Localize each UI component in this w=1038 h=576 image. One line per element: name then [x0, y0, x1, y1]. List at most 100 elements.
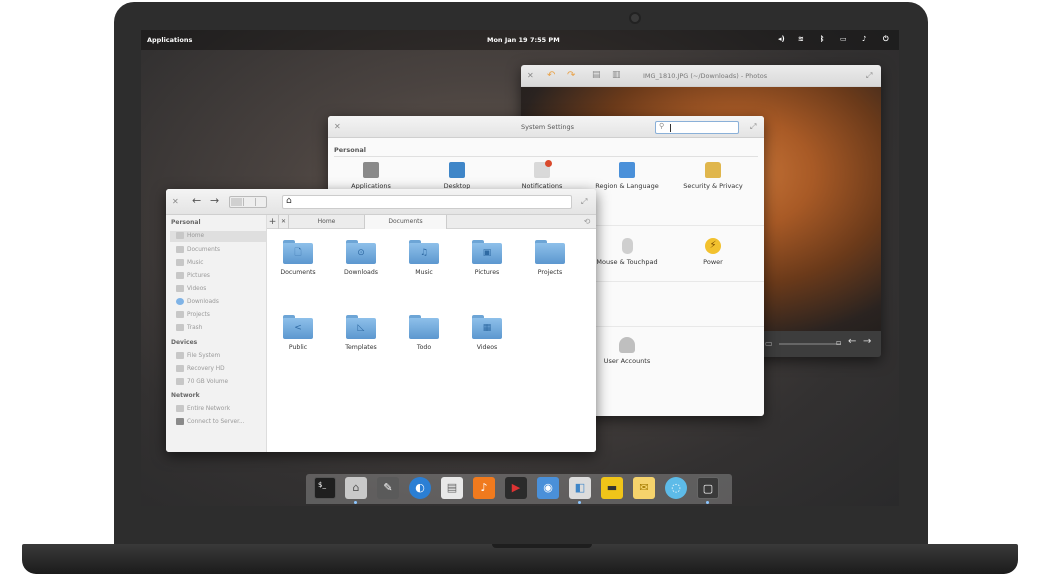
list-view-icon[interactable]: [243, 198, 254, 206]
folder-item[interactable]: ▣ Pictures: [457, 240, 517, 276]
settings-item-mouse-touchpad[interactable]: Mouse & Touchpad: [587, 238, 667, 266]
folder-item[interactable]: ⊙ Downloads: [331, 240, 391, 276]
photos-app-icon[interactable]: ◉: [537, 477, 559, 499]
sidebar-item-70gb-volume[interactable]: 70 GB Volume: [176, 378, 228, 385]
applications-menu[interactable]: Applications: [147, 36, 192, 44]
chat-icon[interactable]: ◌: [665, 477, 687, 499]
folder-item[interactable]: ▦ Videos: [457, 315, 517, 351]
camera-icon: [629, 12, 641, 24]
terminal-icon[interactable]: $_: [314, 477, 336, 499]
rotate-left-icon[interactable]: ↶: [547, 70, 555, 81]
folder-templates-icon: ◺: [346, 315, 376, 339]
user-accounts-icon: [619, 337, 635, 353]
settings-item-desktop[interactable]: Desktop: [417, 162, 497, 190]
sidebar-item-projects[interactable]: Projects: [176, 311, 210, 318]
lock-icon: [705, 162, 721, 178]
settings-item-security-privacy[interactable]: Security & Privacy: [673, 162, 753, 190]
zoom-slider[interactable]: [779, 343, 841, 345]
battery-icon[interactable]: ▭: [840, 35, 847, 43]
maximize-icon[interactable]: ⤢: [866, 71, 872, 81]
folder-item[interactable]: 🗋 Documents: [268, 240, 328, 276]
maximize-icon[interactable]: ⤢: [581, 197, 587, 207]
panel-date[interactable]: Mon Jan 19: [487, 36, 528, 44]
folder-public-icon: <: [283, 315, 313, 339]
laptop-base: [22, 544, 1018, 574]
notifications-icon: [534, 160, 552, 178]
search-input[interactable]: ⚲: [655, 121, 739, 134]
files-icon[interactable]: ⌂: [345, 477, 367, 499]
settings-item-applications[interactable]: Applications: [331, 162, 411, 190]
power-icon[interactable]: ⏻: [883, 35, 889, 44]
files-window: ✕ ← → ⌂ ⤢ Personal Home Documents Music …: [166, 189, 596, 452]
grid-view-icon[interactable]: [231, 198, 242, 206]
close-icon[interactable]: ✕: [527, 71, 534, 80]
tab-home[interactable]: Home: [289, 215, 365, 229]
settings-item-notifications[interactable]: Notifications: [502, 160, 582, 190]
column-view-icon[interactable]: [255, 198, 266, 206]
running-indicator: [706, 501, 709, 504]
sidebar-item-recovery-hd[interactable]: Recovery HD: [176, 365, 225, 372]
video-player-icon[interactable]: ▶: [505, 477, 527, 499]
base-notch: [492, 544, 592, 548]
sidebar-item-downloads[interactable]: Downloads: [176, 298, 219, 305]
close-tab-icon[interactable]: ✕: [279, 215, 289, 229]
folder-item[interactable]: Projects: [520, 240, 580, 276]
forward-arrow-icon[interactable]: →: [210, 194, 219, 207]
view-switcher[interactable]: [229, 196, 267, 208]
close-icon[interactable]: ✕: [334, 122, 341, 131]
sidebar-item-pictures[interactable]: Pictures: [176, 272, 210, 279]
panel-time[interactable]: 7:55 PM: [530, 36, 560, 44]
drive-icon: [176, 365, 184, 372]
settings-item-user-accounts[interactable]: User Accounts: [587, 337, 667, 365]
folder-music-icon: ♫: [409, 240, 439, 264]
section-divider: [334, 156, 758, 157]
settings-app-icon[interactable]: ◧: [569, 477, 591, 499]
music-player-icon[interactable]: ♪: [473, 477, 495, 499]
rotate-right-icon[interactable]: ↷: [567, 70, 575, 81]
volume-icon[interactable]: ◂): [778, 35, 785, 43]
pictures-icon: [176, 272, 184, 279]
folder-item[interactable]: ◺ Templates: [331, 315, 391, 351]
export-icon[interactable]: ▤: [592, 70, 601, 80]
notes-app-icon[interactable]: ▬: [601, 477, 623, 499]
sidebar-item-documents[interactable]: Documents: [176, 246, 220, 253]
tab-documents[interactable]: Documents: [365, 215, 447, 229]
zoom-out-icon[interactable]: ▭: [765, 339, 773, 348]
folder-item[interactable]: Todo: [394, 315, 454, 351]
videos-icon: [176, 285, 184, 292]
back-arrow-icon[interactable]: ←: [192, 194, 201, 207]
settings-item-region-language[interactable]: Region & Language: [587, 162, 667, 190]
path-bar[interactable]: ⌂: [282, 195, 572, 209]
row-divider: [596, 225, 764, 226]
bluetooth-icon[interactable]: ᛒ: [820, 35, 824, 43]
notification-icon[interactable]: ♪: [862, 35, 866, 43]
sidebar-header-network: Network: [171, 392, 200, 399]
home-icon[interactable]: ⌂: [286, 196, 292, 206]
restore-tab-icon[interactable]: ⟲: [579, 215, 595, 229]
wifi-icon[interactable]: ≋: [798, 35, 804, 43]
sidebar-item-entire-network[interactable]: Entire Network: [176, 405, 230, 412]
mail-icon[interactable]: ✉: [633, 477, 655, 499]
sidebar-item-connect-server[interactable]: Connect to Server...: [176, 418, 244, 425]
sidebar-item-music[interactable]: Music: [176, 259, 204, 266]
folder-item[interactable]: < Public: [268, 315, 328, 351]
web-browser-icon[interactable]: ◐: [409, 477, 431, 499]
settings-item-power[interactable]: ⚡ Power: [673, 238, 753, 266]
screenshot-icon[interactable]: ▢: [697, 477, 719, 499]
calendar-icon[interactable]: ▤: [441, 477, 463, 499]
previous-icon[interactable]: ←: [848, 336, 856, 347]
zoom-in-icon[interactable]: ▫: [836, 338, 841, 347]
new-tab-icon[interactable]: +: [267, 215, 279, 229]
text-editor-icon[interactable]: ✎: [377, 477, 399, 499]
folder-downloads-icon: ⊙: [346, 240, 376, 264]
next-icon[interactable]: →: [863, 336, 871, 347]
maximize-icon[interactable]: ⤢: [750, 122, 756, 132]
home-icon: [176, 232, 184, 239]
delete-icon[interactable]: ▥: [612, 70, 621, 80]
folder-item[interactable]: ♫ Music: [394, 240, 454, 276]
close-icon[interactable]: ✕: [172, 197, 179, 206]
sidebar-item-videos[interactable]: Videos: [176, 285, 206, 292]
sidebar-item-file-system[interactable]: File System: [176, 352, 220, 359]
sidebar-item-home[interactable]: Home: [170, 231, 266, 242]
sidebar-item-trash[interactable]: Trash: [176, 324, 202, 331]
